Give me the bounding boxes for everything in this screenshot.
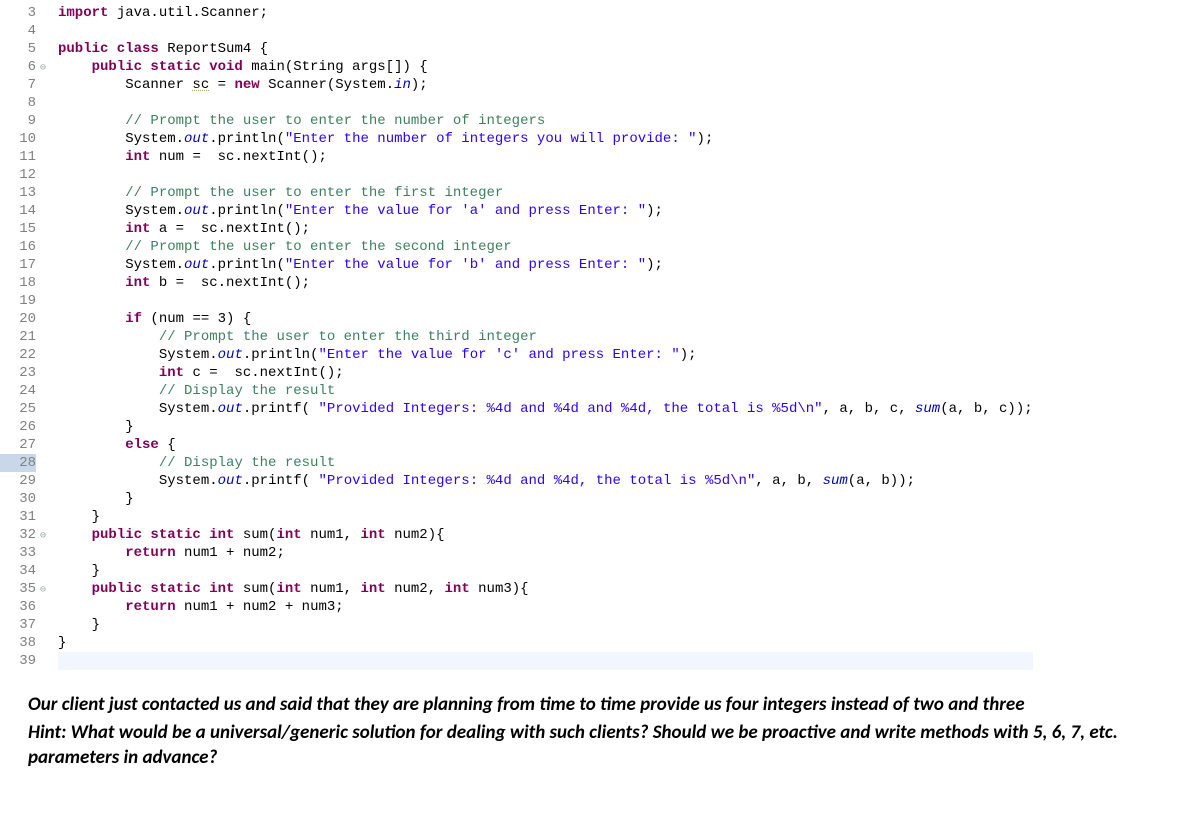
fold-icon[interactable]: ⊖ — [40, 528, 46, 546]
code-line: public static int sum(int num1, int num2… — [58, 580, 1033, 598]
line-number: 15 — [0, 220, 36, 238]
caption-line-2: Hint: What would be a universal/generic … — [28, 720, 1154, 771]
code-line: } — [58, 634, 1033, 652]
code-line: int num = sc.nextInt(); — [58, 148, 1033, 166]
code-line: // Display the result — [58, 382, 1033, 400]
code-line: if (num == 3) { — [58, 310, 1033, 328]
line-number: 24 — [0, 382, 36, 400]
line-number: 29 — [0, 472, 36, 490]
code-line: System.out.println("Enter the value for … — [58, 256, 1033, 274]
line-number: 13 — [0, 184, 36, 202]
code-line: System.out.println("Enter the value for … — [58, 346, 1033, 364]
code-line: System.out.println("Enter the value for … — [58, 202, 1033, 220]
code-line: else { — [58, 436, 1033, 454]
code-editor: 3456⊖78910111213141516171819202122232425… — [0, 0, 1182, 674]
code-line: return num1 + num2; — [58, 544, 1033, 562]
line-number: 20 — [0, 310, 36, 328]
line-number: 25 — [0, 400, 36, 418]
code-line — [58, 22, 1033, 40]
code-line: // Prompt the user to enter the first in… — [58, 184, 1033, 202]
fold-icon[interactable]: ⊖ — [40, 582, 46, 600]
code-line: public static int sum(int num1, int num2… — [58, 526, 1033, 544]
line-number: 16 — [0, 238, 36, 256]
code-line — [58, 292, 1033, 310]
line-number: 4 — [0, 22, 36, 40]
line-number: 23 — [0, 364, 36, 382]
line-number: 38 — [0, 634, 36, 652]
line-number: 21 — [0, 328, 36, 346]
line-number: 37 — [0, 616, 36, 634]
code-line: // Prompt the user to enter the number o… — [58, 112, 1033, 130]
code-line: // Prompt the user to enter the second i… — [58, 238, 1033, 256]
line-number: 9 — [0, 112, 36, 130]
code-line: public static void main(String args[]) { — [58, 58, 1033, 76]
line-number: 10 — [0, 130, 36, 148]
code-line: return num1 + num2 + num3; — [58, 598, 1033, 616]
line-number: 32⊖ — [0, 526, 36, 544]
caption-line-1: Our client just contacted us and said th… — [28, 692, 1154, 718]
line-number: 8 — [0, 94, 36, 112]
line-number: 39 — [0, 652, 36, 670]
code-line: int b = sc.nextInt(); — [58, 274, 1033, 292]
code-line — [58, 166, 1033, 184]
line-number: 7 — [0, 76, 36, 94]
line-number: 12 — [0, 166, 36, 184]
line-number: 30 — [0, 490, 36, 508]
code-line: // Prompt the user to enter the third in… — [58, 328, 1033, 346]
code-line: // Display the result — [58, 454, 1033, 472]
code-line: } — [58, 562, 1033, 580]
line-number: 22 — [0, 346, 36, 364]
line-number: 17 — [0, 256, 36, 274]
line-number: 28 — [0, 454, 36, 472]
line-number: 18 — [0, 274, 36, 292]
code-line: Scanner sc = new Scanner(System.in); — [58, 76, 1033, 94]
line-number: 11 — [0, 148, 36, 166]
code-line — [58, 94, 1033, 112]
line-number: 5 — [0, 40, 36, 58]
code-area: import java.util.Scanner; public class Re… — [44, 4, 1033, 670]
code-line: import java.util.Scanner; — [58, 4, 1033, 22]
code-line: } — [58, 616, 1033, 634]
line-number-gutter: 3456⊖78910111213141516171819202122232425… — [0, 4, 44, 670]
code-line — [58, 652, 1033, 670]
line-number: 19 — [0, 292, 36, 310]
line-number: 6⊖ — [0, 58, 36, 76]
line-number: 33 — [0, 544, 36, 562]
code-line: public class ReportSum4 { — [58, 40, 1033, 58]
line-number: 35⊖ — [0, 580, 36, 598]
line-number: 26 — [0, 418, 36, 436]
line-number: 36 — [0, 598, 36, 616]
line-number: 34 — [0, 562, 36, 580]
line-number: 3 — [0, 4, 36, 22]
code-line: System.out.printf( "Provided Integers: %… — [58, 472, 1033, 490]
line-number: 31 — [0, 508, 36, 526]
code-line: } — [58, 490, 1033, 508]
code-line: } — [58, 418, 1033, 436]
code-line: System.out.printf( "Provided Integers: %… — [58, 400, 1033, 418]
code-line: System.out.println("Enter the number of … — [58, 130, 1033, 148]
line-number: 14 — [0, 202, 36, 220]
code-line: } — [58, 508, 1033, 526]
line-number: 27 — [0, 436, 36, 454]
fold-icon[interactable]: ⊖ — [40, 60, 46, 78]
question-caption: Our client just contacted us and said th… — [0, 674, 1182, 785]
code-line: int c = sc.nextInt(); — [58, 364, 1033, 382]
code-line: int a = sc.nextInt(); — [58, 220, 1033, 238]
